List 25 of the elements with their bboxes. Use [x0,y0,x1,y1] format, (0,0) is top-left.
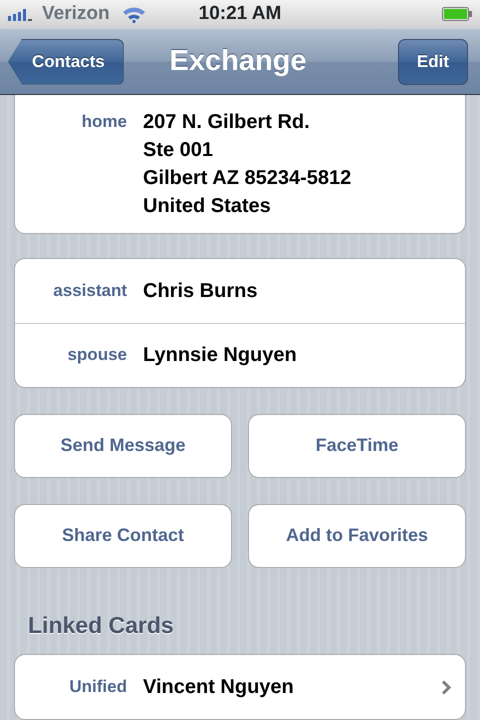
field-value: Lynnsie Nguyen [143,343,297,368]
section-heading: Linked Cards [27,610,175,640]
action-button[interactable]: FaceTime [248,414,466,478]
wifi-icon [122,6,146,22]
carrier-name: Verizon [42,2,110,26]
address-line: Gilbert AZ 85234-5812 [143,166,352,191]
back-button[interactable]: Contacts [8,38,124,84]
action-button[interactable]: Send Message [14,414,232,478]
chevron-icon [441,680,451,694]
address-line: United States [143,194,272,219]
edit-button[interactable]: Edit [398,38,468,84]
address-line: Ste 001 [143,138,214,163]
action-button[interactable]: Add to Favorites [248,504,466,568]
field-label: spouse [66,344,127,366]
field-label: home [80,111,127,133]
action-button[interactable]: Share Contact [14,504,232,568]
field-value: Vincent Nguyen [143,675,295,700]
status-time: 10:21 AM [198,2,282,26]
field-value: Chris Burns [143,278,258,304]
linked-card-row[interactable]: Unified Vincent Nguyen [15,655,465,719]
field-label: Unified [68,676,127,698]
battery-icon [442,7,472,21]
field-label: assistant [52,280,127,302]
nav-title: Exchange [170,44,306,79]
address-line: 207 N. Gilbert Rd. [143,110,311,135]
